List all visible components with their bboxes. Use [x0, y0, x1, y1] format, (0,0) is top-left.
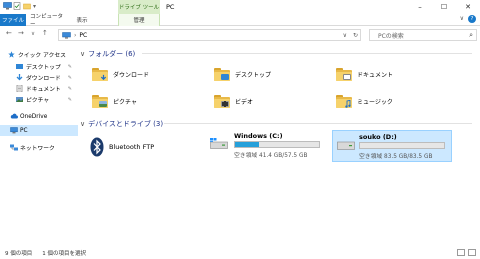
details-view-icon[interactable] [457, 249, 465, 256]
maximize-button[interactable]: ☐ [432, 0, 456, 14]
nav-pc[interactable]: PC [0, 125, 78, 136]
drive-d-free-space: 空き領域 83.5 GB/83.5 GB [359, 154, 433, 160]
star-icon [8, 51, 15, 58]
window-title: PC [166, 3, 175, 11]
nav-quick-access[interactable]: クイック アクセス [0, 49, 78, 60]
pin-icon: ✎ [67, 96, 72, 103]
drive-d-usage-bar [359, 142, 445, 149]
pc-icon [10, 127, 18, 134]
pc-icon [62, 31, 71, 39]
nav-network[interactable]: ネットワーク [0, 142, 78, 153]
quick-access-toolbar: ▾ [3, 2, 36, 10]
context-tab-drive-tools: ドライブ ツール [118, 0, 160, 14]
devices-group-header[interactable]: ∨ デバイスとドライブ (3) [80, 119, 475, 129]
drive-c-usage-bar [234, 141, 320, 148]
chevron-down-icon: ∨ [80, 50, 86, 58]
help-icon[interactable]: ? [468, 15, 476, 23]
downloads-folder-icon [92, 68, 108, 81]
tab-view[interactable]: 表示 [72, 14, 92, 26]
large-icons-view-icon[interactable] [468, 249, 476, 256]
download-icon [16, 74, 23, 81]
up-button[interactable]: ↑ [42, 29, 48, 37]
chevron-down-icon: ∨ [80, 120, 86, 128]
windows-drive-icon [210, 138, 228, 149]
properties-icon[interactable] [13, 2, 21, 10]
breadcrumb-pc[interactable]: PC [79, 32, 87, 39]
folder-videos[interactable]: ビデオ [214, 95, 253, 108]
minimize-button[interactable]: – [408, 0, 432, 14]
music-folder-icon [336, 95, 352, 108]
folder-pictures[interactable]: ピクチャ [92, 95, 137, 108]
group-divider [142, 53, 472, 54]
drive-c-name: Windows (C:) [234, 132, 283, 140]
desktop-icon [16, 63, 23, 70]
drive-c-free-space: 空き領域 41.4 GB/57.5 GB [234, 153, 308, 159]
cloud-icon [10, 113, 18, 120]
hard-drive-icon [337, 141, 355, 150]
desktop-folder-icon [214, 68, 230, 81]
tab-file[interactable]: ファイル [0, 14, 26, 26]
drive-c[interactable]: Windows (C:) 空き領域 41.4 GB/57.5 GB [210, 132, 332, 162]
folder-documents[interactable]: ドキュメント [336, 68, 393, 81]
breadcrumb-chevron-icon: › [74, 31, 77, 39]
close-button[interactable]: ✕ [456, 0, 480, 14]
back-button[interactable]: ← [6, 29, 12, 37]
folder-downloads[interactable]: ダウンロード [92, 68, 149, 81]
title-bar: ▾ ドライブ ツール PC – ☐ ✕ [0, 0, 480, 14]
nav-documents[interactable]: ドキュメント ✎ [0, 83, 78, 94]
pictures-folder-icon [92, 95, 108, 108]
documents-folder-icon [336, 68, 352, 81]
pin-icon: ✎ [67, 63, 72, 70]
new-folder-icon[interactable] [23, 2, 31, 10]
nav-downloads[interactable]: ダウンロード ✎ [0, 72, 78, 83]
forward-button[interactable]: → [18, 29, 24, 37]
address-row: ← → ∨ ↑ › PC ∨ ↻ PCの検索 ⌕ [0, 28, 480, 42]
drive-c-usage-fill [235, 142, 259, 147]
nav-pictures[interactable]: ピクチャ ✎ [0, 94, 78, 105]
folder-music[interactable]: ミュージック [336, 95, 393, 108]
pin-icon: ✎ [67, 85, 72, 92]
recent-locations-button[interactable]: ∨ [31, 31, 35, 37]
picture-icon [16, 96, 23, 103]
item-count: 9 個の項目 [5, 251, 33, 257]
address-bar[interactable]: › PC ∨ ↻ [58, 29, 361, 41]
address-dropdown-icon[interactable]: ∨ [343, 32, 347, 39]
group-divider [164, 123, 472, 124]
folder-desktop[interactable]: デスクトップ [214, 68, 271, 81]
videos-folder-icon [214, 95, 230, 108]
ribbon-expand-icon[interactable]: ∨ [460, 15, 464, 23]
bluetooth-ftp[interactable]: Bluetooth FTP [90, 137, 154, 157]
pin-icon: ✎ [67, 74, 72, 81]
tab-computer[interactable]: コンピューター [30, 14, 68, 28]
network-icon [10, 144, 18, 151]
tab-manage[interactable]: 管理 [118, 14, 160, 26]
qat-dropdown-icon[interactable]: ▾ [33, 3, 36, 10]
search-icon: ⌕ [469, 31, 473, 39]
drive-d[interactable]: souko (D:) 空き領域 83.5 GB/83.5 GB [332, 130, 452, 162]
folders-group-header[interactable]: ∨ フォルダー (6) [80, 49, 475, 59]
search-placeholder: PCの検索 [378, 32, 404, 40]
content-pane: ∨ フォルダー (6) ダウンロード デスクトップ ドキュメント ピクチャ ビデ… [80, 44, 480, 240]
selection-count: 1 個の項目を選択 [42, 251, 86, 257]
status-bar: 9 個の項目 1 個の項目を選択 [0, 247, 480, 259]
navigation-pane: クイック アクセス デスクトップ ✎ ダウンロード ✎ ドキュメント ✎ ピクチ… [0, 44, 78, 240]
document-icon [16, 84, 23, 93]
drive-d-name: souko (D:) [359, 133, 397, 141]
nav-desktop[interactable]: デスクトップ ✎ [0, 61, 78, 72]
computer-icon [3, 2, 12, 10]
bluetooth-icon [90, 137, 104, 157]
refresh-button[interactable]: ↻ [353, 32, 358, 39]
nav-onedrive[interactable]: OneDrive [0, 111, 78, 122]
ribbon-tabs: ファイル コンピューター 表示 管理 ∨ ? [0, 14, 480, 28]
search-input[interactable]: PCの検索 ⌕ [369, 29, 477, 41]
